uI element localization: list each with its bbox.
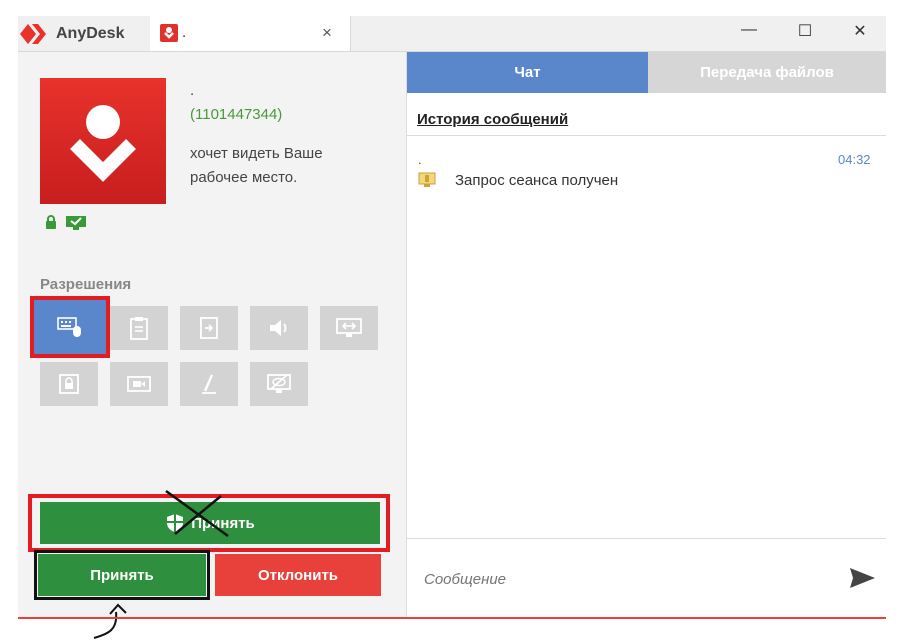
tab-file-transfer-label: Передача файлов <box>700 64 834 81</box>
clipboard-icon <box>130 317 148 340</box>
message-text: Запрос сеанса получен <box>455 172 619 189</box>
close-window-button[interactable]: ✕ <box>845 21 875 41</box>
permission-lock-screen[interactable] <box>40 362 98 406</box>
permission-keyboard-mouse[interactable] <box>30 296 110 358</box>
session-tab-title: . <box>182 24 187 41</box>
accept-button-highlight-black <box>34 550 210 600</box>
monitor-check-icon <box>66 216 86 230</box>
sound-icon <box>270 320 287 336</box>
peer-avatar <box>40 78 166 204</box>
request-message: хочет видеть Ваше рабочее место. <box>190 145 323 186</box>
permission-sound[interactable] <box>250 306 308 350</box>
close-tab-icon[interactable]: × <box>322 23 332 43</box>
app-tab[interactable]: AnyDesk <box>18 16 150 51</box>
control-screen-icon <box>336 318 362 337</box>
session-avatar-icon <box>160 24 178 42</box>
lock-screen-icon <box>59 374 79 394</box>
privacy-icon <box>267 374 291 393</box>
file-transfer-icon <box>200 317 218 339</box>
draw-icon <box>202 374 216 394</box>
permission-clipboard[interactable] <box>110 306 168 350</box>
app-name: AnyDesk <box>56 24 125 42</box>
permission-privacy[interactable] <box>250 362 308 406</box>
arrow-annotation-icon <box>93 603 127 639</box>
session-request-icon <box>418 172 436 187</box>
session-tab[interactable]: . × <box>150 16 351 51</box>
maximize-button[interactable]: ☐ <box>790 21 820 41</box>
lock-icon <box>46 215 56 229</box>
tab-file-transfer[interactable]: Передача файлов <box>648 52 886 93</box>
decline-button[interactable]: Отклонить <box>215 554 381 596</box>
minimize-button[interactable]: — <box>734 21 764 39</box>
cross-out-mark <box>165 489 229 538</box>
tab-chat[interactable]: Чат <box>407 52 648 93</box>
divider <box>407 135 886 136</box>
message-input[interactable] <box>422 570 806 589</box>
permission-record[interactable] <box>110 362 168 406</box>
request-panel: . (1101447344) хочет видеть Ваше рабочее… <box>18 52 407 639</box>
decline-label: Отклонить <box>257 566 339 584</box>
anydesk-logo-icon <box>20 23 46 44</box>
peer-id: (1101447344) <box>190 106 283 123</box>
title-bar: AnyDesk . × — ☐ ✕ <box>18 16 886 52</box>
message-sender: . <box>418 152 422 167</box>
record-icon <box>127 376 151 392</box>
permission-draw[interactable] <box>180 362 238 406</box>
permission-control-screen[interactable] <box>320 306 378 350</box>
chat-history-title: История сообщений <box>417 111 569 128</box>
message-time: 04:32 <box>838 152 871 167</box>
permissions-title: Разрешения <box>40 276 132 293</box>
anydesk-user-icon <box>70 105 136 182</box>
peer-name: . <box>190 82 195 99</box>
send-icon[interactable] <box>848 566 876 590</box>
permission-file-transfer[interactable] <box>180 306 238 350</box>
keyboard-mouse-icon <box>57 317 81 337</box>
tab-chat-label: Чат <box>514 64 541 81</box>
bottom-accent-line <box>18 617 886 619</box>
divider <box>407 538 886 539</box>
